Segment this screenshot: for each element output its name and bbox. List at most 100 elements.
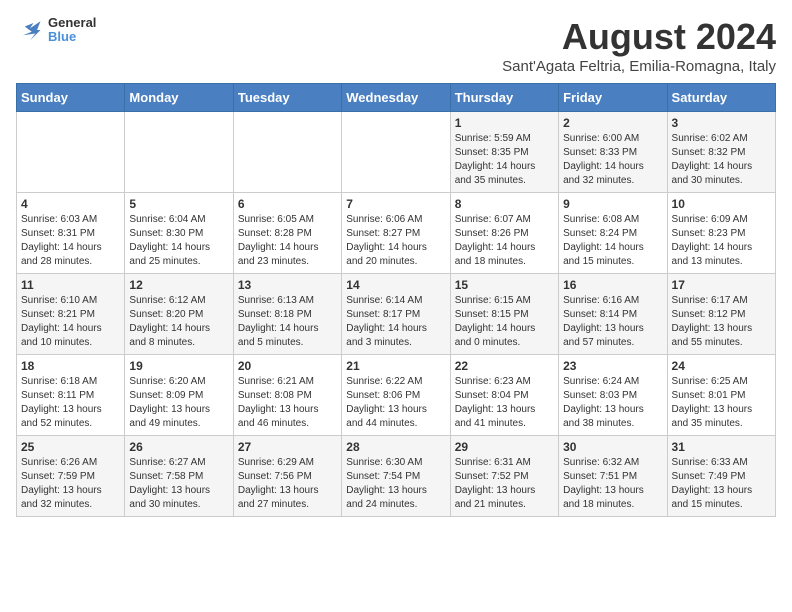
day-number: 20 xyxy=(238,359,337,373)
day-of-week-header: Wednesday xyxy=(342,84,450,112)
day-info: Sunrise: 5:59 AM Sunset: 8:35 PM Dayligh… xyxy=(455,132,554,188)
calendar-cell: 9 Sunrise: 6:08 AM Sunset: 8:24 PM Daylig… xyxy=(559,193,667,274)
calendar-cell: 26 Sunrise: 6:27 AM Sunset: 7:58 PM Dayli… xyxy=(125,436,233,517)
calendar-cell: 2 Sunrise: 6:00 AM Sunset: 8:33 PM Daylig… xyxy=(559,112,667,193)
day-info: Sunrise: 6:21 AM Sunset: 8:08 PM Dayligh… xyxy=(238,375,337,431)
day-info: Sunrise: 6:03 AM Sunset: 8:31 PM Dayligh… xyxy=(21,213,120,269)
calendar-cell xyxy=(125,112,233,193)
day-number: 6 xyxy=(238,197,337,211)
day-of-week-header: Sunday xyxy=(17,84,125,112)
calendar-cell: 28 Sunrise: 6:30 AM Sunset: 7:54 PM Dayli… xyxy=(342,436,450,517)
calendar-cell: 11Sunrise: 6:10 AM Sunset: 8:21 PM Dayli… xyxy=(17,274,125,355)
day-number: 12 xyxy=(129,278,228,292)
logo: General Blue xyxy=(16,16,96,45)
day-number: 27 xyxy=(238,440,337,454)
day-info: Sunrise: 6:33 AM Sunset: 7:49 PM Dayligh… xyxy=(672,456,771,512)
calendar-cell xyxy=(233,112,341,193)
calendar-cell: 18 Sunrise: 6:18 AM Sunset: 8:11 PM Dayli… xyxy=(17,355,125,436)
day-number: 22 xyxy=(455,359,554,373)
day-number: 19 xyxy=(129,359,228,373)
month-year: August 2024 xyxy=(502,16,776,58)
day-number: 26 xyxy=(129,440,228,454)
day-number: 4 xyxy=(21,197,120,211)
day-info: Sunrise: 6:18 AM Sunset: 8:11 PM Dayligh… xyxy=(21,375,120,431)
day-number: 10 xyxy=(672,197,771,211)
calendar-cell: 23 Sunrise: 6:24 AM Sunset: 8:03 PM Dayli… xyxy=(559,355,667,436)
logo-line2: Blue xyxy=(48,30,96,44)
calendar-cell: 17Sunrise: 6:17 AM Sunset: 8:12 PM Dayli… xyxy=(667,274,775,355)
calendar-cell: 13 Sunrise: 6:13 AM Sunset: 8:18 PM Dayli… xyxy=(233,274,341,355)
day-number: 3 xyxy=(672,116,771,130)
day-number: 11 xyxy=(21,278,120,292)
logo-text: General Blue xyxy=(48,16,96,45)
day-number: 23 xyxy=(563,359,662,373)
calendar-cell: 20 Sunrise: 6:21 AM Sunset: 8:08 PM Dayli… xyxy=(233,355,341,436)
location: Sant'Agata Feltria, Emilia-Romagna, Ital… xyxy=(502,58,776,75)
calendar-cell: 16Sunrise: 6:16 AM Sunset: 8:14 PM Dayli… xyxy=(559,274,667,355)
day-info: Sunrise: 6:05 AM Sunset: 8:28 PM Dayligh… xyxy=(238,213,337,269)
calendar-cell: 25 Sunrise: 6:26 AM Sunset: 7:59 PM Dayli… xyxy=(17,436,125,517)
day-number: 18 xyxy=(21,359,120,373)
day-number: 25 xyxy=(21,440,120,454)
day-info: Sunrise: 6:25 AM Sunset: 8:01 PM Dayligh… xyxy=(672,375,771,431)
day-info: Sunrise: 6:06 AM Sunset: 8:27 PM Dayligh… xyxy=(346,213,445,269)
calendar-cell: 30 Sunrise: 6:32 AM Sunset: 7:51 PM Dayli… xyxy=(559,436,667,517)
day-number: 29 xyxy=(455,440,554,454)
day-number: 7 xyxy=(346,197,445,211)
day-info: Sunrise: 6:17 AM Sunset: 8:12 PM Dayligh… xyxy=(672,294,771,350)
day-of-week-header: Saturday xyxy=(667,84,775,112)
day-info: Sunrise: 6:26 AM Sunset: 7:59 PM Dayligh… xyxy=(21,456,120,512)
calendar-cell: 19 Sunrise: 6:20 AM Sunset: 8:09 PM Dayli… xyxy=(125,355,233,436)
day-number: 16 xyxy=(563,278,662,292)
calendar-cell: 22 Sunrise: 6:23 AM Sunset: 8:04 PM Dayli… xyxy=(450,355,558,436)
calendar-cell: 6 Sunrise: 6:05 AM Sunset: 8:28 PM Daylig… xyxy=(233,193,341,274)
day-info: Sunrise: 6:00 AM Sunset: 8:33 PM Dayligh… xyxy=(563,132,662,188)
day-info: Sunrise: 6:20 AM Sunset: 8:09 PM Dayligh… xyxy=(129,375,228,431)
calendar-cell: 10 Sunrise: 6:09 AM Sunset: 8:23 PM Dayli… xyxy=(667,193,775,274)
day-number: 28 xyxy=(346,440,445,454)
calendar-cell xyxy=(342,112,450,193)
day-number: 14 xyxy=(346,278,445,292)
day-info: Sunrise: 6:04 AM Sunset: 8:30 PM Dayligh… xyxy=(129,213,228,269)
day-info: Sunrise: 6:13 AM Sunset: 8:18 PM Dayligh… xyxy=(238,294,337,350)
day-info: Sunrise: 6:32 AM Sunset: 7:51 PM Dayligh… xyxy=(563,456,662,512)
calendar-cell: 27 Sunrise: 6:29 AM Sunset: 7:56 PM Dayli… xyxy=(233,436,341,517)
calendar-cell: 12Sunrise: 6:12 AM Sunset: 8:20 PM Dayli… xyxy=(125,274,233,355)
day-info: Sunrise: 6:14 AM Sunset: 8:17 PM Dayligh… xyxy=(346,294,445,350)
calendar-cell: 21Sunrise: 6:22 AM Sunset: 8:06 PM Dayli… xyxy=(342,355,450,436)
page-header: General Blue August 2024 Sant'Agata Felt… xyxy=(16,16,776,75)
day-number: 9 xyxy=(563,197,662,211)
title-block: August 2024 Sant'Agata Feltria, Emilia-R… xyxy=(502,16,776,75)
day-number: 15 xyxy=(455,278,554,292)
calendar-cell: 8Sunrise: 6:07 AM Sunset: 8:26 PM Daylig… xyxy=(450,193,558,274)
day-number: 31 xyxy=(672,440,771,454)
day-number: 2 xyxy=(563,116,662,130)
day-info: Sunrise: 6:30 AM Sunset: 7:54 PM Dayligh… xyxy=(346,456,445,512)
calendar-cell: 4 Sunrise: 6:03 AM Sunset: 8:31 PM Daylig… xyxy=(17,193,125,274)
calendar-cell: 31 Sunrise: 6:33 AM Sunset: 7:49 PM Dayli… xyxy=(667,436,775,517)
day-info: Sunrise: 6:31 AM Sunset: 7:52 PM Dayligh… xyxy=(455,456,554,512)
day-info: Sunrise: 6:09 AM Sunset: 8:23 PM Dayligh… xyxy=(672,213,771,269)
calendar-cell: 3 Sunrise: 6:02 AM Sunset: 8:32 PM Daylig… xyxy=(667,112,775,193)
day-of-week-header: Monday xyxy=(125,84,233,112)
calendar-cell: 7 Sunrise: 6:06 AM Sunset: 8:27 PM Daylig… xyxy=(342,193,450,274)
calendar-table: SundayMondayTuesdayWednesdayThursdayFrid… xyxy=(16,83,776,517)
day-info: Sunrise: 6:24 AM Sunset: 8:03 PM Dayligh… xyxy=(563,375,662,431)
day-info: Sunrise: 6:27 AM Sunset: 7:58 PM Dayligh… xyxy=(129,456,228,512)
day-of-week-header: Tuesday xyxy=(233,84,341,112)
day-of-week-header: Friday xyxy=(559,84,667,112)
day-of-week-header: Thursday xyxy=(450,84,558,112)
day-number: 13 xyxy=(238,278,337,292)
day-number: 21 xyxy=(346,359,445,373)
calendar-cell: 24Sunrise: 6:25 AM Sunset: 8:01 PM Dayli… xyxy=(667,355,775,436)
day-info: Sunrise: 6:08 AM Sunset: 8:24 PM Dayligh… xyxy=(563,213,662,269)
calendar-cell: 15Sunrise: 6:15 AM Sunset: 8:15 PM Dayli… xyxy=(450,274,558,355)
day-info: Sunrise: 6:02 AM Sunset: 8:32 PM Dayligh… xyxy=(672,132,771,188)
calendar-cell: 29 Sunrise: 6:31 AM Sunset: 7:52 PM Dayli… xyxy=(450,436,558,517)
day-info: Sunrise: 6:29 AM Sunset: 7:56 PM Dayligh… xyxy=(238,456,337,512)
logo-icon xyxy=(16,16,44,44)
calendar-cell xyxy=(17,112,125,193)
calendar-cell: 5Sunrise: 6:04 AM Sunset: 8:30 PM Daylig… xyxy=(125,193,233,274)
day-info: Sunrise: 6:23 AM Sunset: 8:04 PM Dayligh… xyxy=(455,375,554,431)
day-number: 30 xyxy=(563,440,662,454)
